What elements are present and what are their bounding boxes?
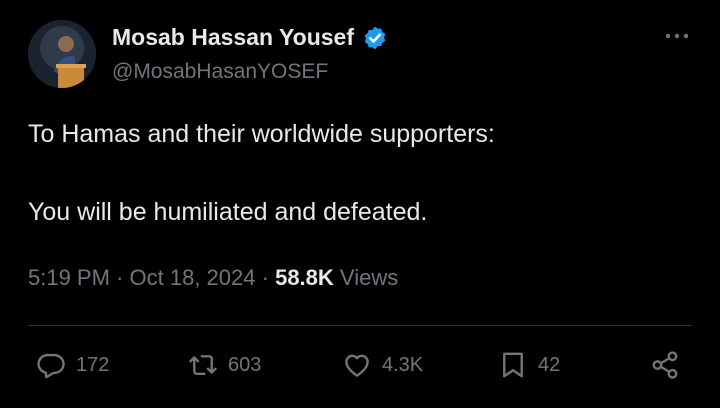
- author-row: Mosab Hassan Yousef: [112, 24, 388, 51]
- more-icon[interactable]: [664, 28, 690, 44]
- verified-badge-icon: [364, 26, 386, 49]
- reply-count: 172: [76, 353, 110, 376]
- tweet-card: Mosab Hassan Yousef @MosabHasanYOSEF To …: [0, 0, 720, 408]
- tweet-meta: 5:19 PM · Oct 18, 2024 · 58.8K Views: [28, 265, 398, 291]
- repost-button[interactable]: 603: [188, 350, 261, 380]
- bookmark-icon: [503, 352, 523, 378]
- tweet-time[interactable]: 5:19 PM: [28, 265, 110, 290]
- like-button[interactable]: 4.3K: [342, 350, 423, 380]
- divider: [28, 325, 692, 326]
- bookmark-count: 42: [538, 353, 561, 376]
- author-handle[interactable]: @MosabHasanYOSEF: [112, 60, 328, 84]
- tweet-date[interactable]: Oct 18, 2024: [130, 265, 256, 290]
- views-label: Views: [339, 265, 399, 290]
- repost-count: 603: [228, 353, 262, 376]
- share-button[interactable]: [650, 350, 680, 380]
- avatar[interactable]: [28, 20, 96, 88]
- tweet-text-line-1: To Hamas and their worldwide supporters:: [28, 120, 495, 148]
- bookmark-button[interactable]: 42: [498, 350, 560, 380]
- share-icon: [652, 351, 678, 379]
- author-name[interactable]: Mosab Hassan Yousef: [112, 24, 354, 51]
- reply-icon: [37, 353, 65, 379]
- reply-button[interactable]: 172: [36, 350, 109, 380]
- meta-separator: ·: [261, 265, 276, 290]
- repost-icon: [189, 355, 217, 375]
- meta-separator: ·: [116, 265, 130, 290]
- views-count[interactable]: 58.8K: [275, 265, 334, 290]
- tweet-text-line-2: You will be humiliated and defeated.: [28, 198, 428, 226]
- like-icon: [345, 354, 369, 377]
- like-count: 4.3K: [382, 353, 424, 376]
- action-bar: 172 603 4.3K 42: [0, 340, 720, 396]
